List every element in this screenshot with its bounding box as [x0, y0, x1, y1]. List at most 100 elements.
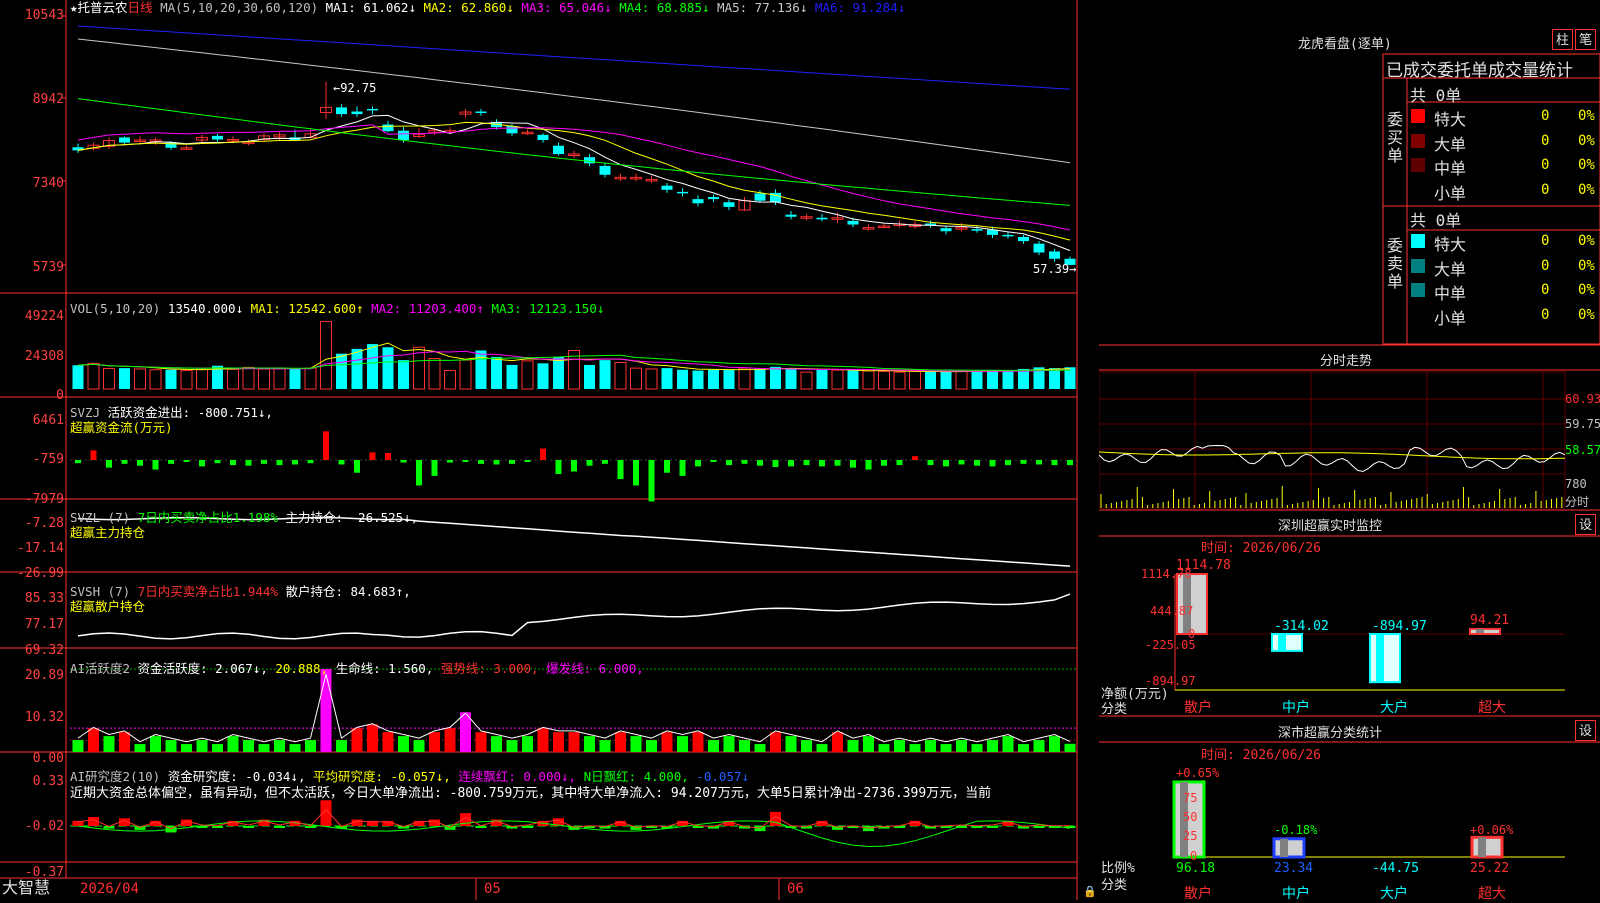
ai2-v5: -0.057↓ — [696, 769, 750, 784]
monitor-settings-button[interactable]: 设 — [1575, 514, 1596, 535]
candle-down — [599, 165, 611, 175]
candle-down — [1033, 243, 1045, 253]
activity-bar — [88, 728, 99, 752]
research-bar — [971, 826, 983, 828]
volume-bar-up — [149, 369, 162, 390]
svzl-subtitle: 超赢主力持仓 — [70, 525, 146, 540]
volume-bar-down — [940, 371, 952, 389]
capital-flow-bar — [850, 460, 856, 468]
activity-bar — [227, 736, 239, 752]
volume-bar-down — [770, 366, 781, 389]
activity-bar — [816, 744, 828, 752]
ma2-label: MA2: 62.860↓ — [423, 0, 514, 15]
classstat-bar — [1272, 837, 1306, 859]
volume-bar-down — [723, 370, 735, 389]
lock-icon[interactable]: 🔒 — [1083, 884, 1097, 899]
capital-flow-bar — [183, 460, 190, 462]
capital-flow-bar — [245, 460, 252, 466]
activity-bar — [599, 740, 611, 752]
classstat-value: 23.34 — [1274, 861, 1314, 876]
volume-bar-down — [1049, 368, 1060, 389]
svsh-value: 散户持仓: 84.683↑, — [285, 584, 411, 599]
classstat-bar-shade — [1280, 838, 1288, 857]
capital-flow-bar — [834, 460, 841, 466]
monitor-cat-label: 分类 — [1101, 702, 1128, 717]
tick-view-button[interactable]: 笔 — [1575, 29, 1596, 50]
star-icon[interactable]: ★ — [70, 0, 78, 15]
app-window: ★托普云农日线 MA(5,10,20,30,60,120) MA1: 61.06… — [0, 0, 1600, 902]
svzj-ytick: -7979 — [24, 492, 64, 507]
capital-flow-bar — [400, 460, 407, 463]
activity-bar — [801, 740, 812, 752]
kline-chart-area[interactable] — [0, 0, 1098, 900]
activity-bar — [692, 732, 704, 752]
volume-bar-up — [521, 360, 534, 390]
volume-bar-down — [336, 353, 347, 389]
capital-flow-bar — [1051, 460, 1058, 466]
volume-bar-up — [304, 367, 317, 390]
capital-flow-bar — [137, 460, 143, 466]
volume-bar-down — [661, 368, 673, 389]
ma-line-1 — [77, 114, 1071, 252]
capital-flow-bar — [431, 460, 438, 476]
volume-bar-up — [87, 362, 100, 390]
vol-value: 13540.000↓ — [167, 301, 244, 316]
svsh-subtitle: 超赢散户持仓 — [70, 599, 146, 614]
order-count: 0 — [1541, 157, 1550, 173]
vol-ytick: 24308 — [24, 349, 64, 364]
volume-bar-down — [987, 370, 998, 389]
volume-bar-up — [459, 359, 472, 390]
volume-bar-down — [398, 360, 409, 389]
volume-bar-down — [289, 368, 301, 389]
capital-flow-bar — [385, 452, 391, 460]
lhb-header: 已成交委托单成交量统计 — [1386, 61, 1573, 81]
volume-bar-down — [584, 364, 595, 389]
research-bar — [212, 826, 223, 828]
classstat-settings-button[interactable]: 设 — [1575, 720, 1596, 741]
ai2-v1: 资金研究度: -0.034↓, — [167, 769, 306, 784]
classstat-date: 时间: 2026/06/26 — [1201, 748, 1321, 763]
volume-bar-down — [351, 348, 363, 389]
activity-bar — [553, 732, 564, 752]
candle-down — [692, 199, 704, 204]
monitor-date: 时间: 2026/06/26 — [1201, 541, 1321, 556]
volume-bar-up — [103, 367, 115, 390]
activity-bar — [909, 744, 921, 752]
svzl-title: SVZL (7) — [70, 510, 131, 525]
intraday-ytick: 59.75 — [1565, 417, 1600, 431]
vol-ytick: 49224 — [24, 309, 64, 324]
volume-bar-down — [677, 369, 688, 389]
column-view-button[interactable]: 柱 — [1552, 29, 1573, 50]
period-label[interactable]: 日线 — [128, 0, 153, 15]
order-percent: 0% — [1578, 181, 1595, 198]
ma4-label: MA4: 68.885↓ — [619, 0, 710, 15]
stock-name[interactable]: 托普云农 — [78, 0, 128, 15]
order-size-label: 中单 — [1434, 159, 1467, 178]
classstat-change: -0.18% — [1274, 823, 1318, 837]
activity-bar — [646, 740, 657, 752]
volume-bar-up — [180, 370, 193, 390]
candle-down — [785, 214, 797, 217]
capital-flow-bar — [1036, 460, 1042, 465]
order-count: 0 — [1541, 132, 1550, 149]
candle-down — [847, 220, 859, 225]
order-count: 0 — [1541, 181, 1550, 198]
classstat-bar-shade — [1478, 837, 1486, 857]
activity-bar — [258, 744, 270, 752]
ai2-comment: 近期大资金总体偏空，虽有异动，但不太活跃，今日大单净流出: -800.759万元… — [70, 786, 992, 801]
vol-ma3: MA3: 12123.150↓ — [491, 301, 605, 316]
capital-flow-bar — [726, 460, 732, 466]
order-color-swatch — [1411, 158, 1425, 172]
activity-bar — [971, 744, 983, 752]
order-count: 0 — [1541, 306, 1550, 323]
capital-flow-bar — [803, 460, 810, 466]
monitor-bar-value: -894.97 — [1372, 619, 1427, 634]
activity-bar — [274, 740, 285, 752]
order-color-swatch — [1411, 133, 1425, 148]
svsh-title: SVSH (7) — [70, 584, 131, 599]
volume-bar-up — [831, 369, 844, 390]
capital-flow-bar — [710, 460, 717, 462]
svzj-header: SVZJ 活跃资金进出: -800.751↓, — [70, 405, 273, 420]
activity-bar — [1002, 736, 1014, 752]
monitor-ytick: -225.05 — [1145, 638, 1196, 652]
